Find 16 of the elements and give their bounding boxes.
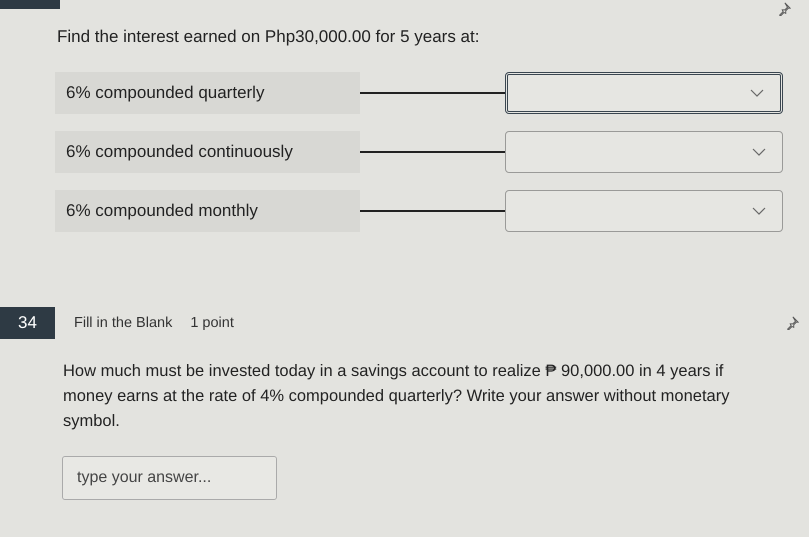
question-text: Find the interest earned on Php30,000.00 for 5 years at: (57, 26, 480, 48)
answer-dropdown[interactable] (505, 72, 783, 114)
chevron-down-icon (752, 148, 766, 156)
chevron-down-icon (752, 207, 766, 215)
question-number: 34 (0, 307, 55, 339)
pin-icon[interactable] (785, 316, 799, 330)
match-label: 6% compounded monthly (55, 190, 360, 232)
question-points: 1 point (190, 315, 234, 331)
question-text: How much must be invested today in a savings account to realize ₱ 90,000.00 in 4 years if money earns at the rate of 4% compounded quarterly? Write your answer without monetary symbol. (63, 361, 730, 432)
answer-field[interactable]: type your answer... (62, 456, 277, 500)
number-badge (0, 0, 60, 9)
match-label: 6% compounded continuously (55, 131, 360, 173)
match-label: 6% compounded quarterly (55, 72, 360, 114)
question-type: Fill in the Blank (74, 315, 172, 331)
chevron-down-icon (750, 89, 764, 97)
pin-icon[interactable] (777, 2, 791, 16)
